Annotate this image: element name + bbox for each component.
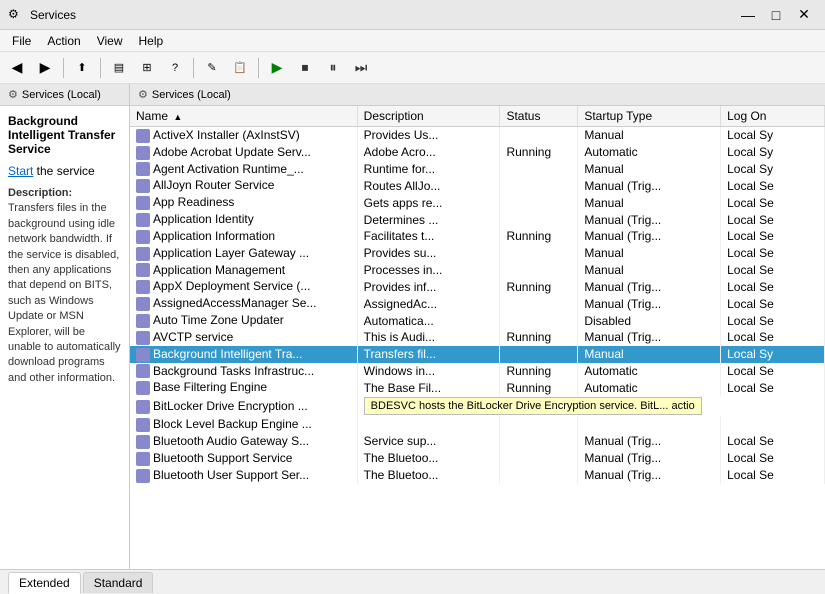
table-row[interactable]: ActiveX Installer (AxInstSV)Provides Us.… <box>130 127 825 144</box>
right-panel: ⚙ Services (Local) Name ▲ Description St… <box>130 84 825 569</box>
table-row[interactable]: Agent Activation Runtime_...Runtime for.… <box>130 161 825 178</box>
menu-file[interactable]: File <box>4 32 39 50</box>
table-row[interactable]: Application Layer Gateway ...Provides su… <box>130 245 825 262</box>
services-table: Name ▲ Description Status Startup Type L… <box>130 106 825 484</box>
right-panel-header-icon: ⚙ <box>138 88 148 101</box>
main-layout: ⚙ Services (Local) Background Intelligen… <box>0 84 825 569</box>
menu-action[interactable]: Action <box>39 32 88 50</box>
col-header-desc[interactable]: Description <box>357 106 500 127</box>
menu-help[interactable]: Help <box>131 32 172 50</box>
window-title: Services <box>30 8 735 22</box>
app-icon: ⚙ <box>8 7 24 23</box>
toolbar-restart[interactable]: ⏭ <box>348 55 374 81</box>
toolbar-sep2 <box>100 58 101 78</box>
table-row[interactable]: Bluetooth User Support Ser...The Bluetoo… <box>130 467 825 484</box>
link-suffix: the service <box>33 164 94 178</box>
table-row[interactable]: Background Tasks Infrastruc...Windows in… <box>130 363 825 380</box>
sort-arrow-name: ▲ <box>173 112 182 122</box>
right-panel-header: ⚙ Services (Local) <box>130 84 825 106</box>
col-header-name[interactable]: Name ▲ <box>130 106 357 127</box>
toolbar-back[interactable]: ◀ <box>4 55 30 81</box>
title-bar: ⚙ Services — □ ✕ <box>0 0 825 30</box>
table-row[interactable]: Background Intelligent Tra...Transfers f… <box>130 346 825 363</box>
toolbar-properties[interactable]: 📋 <box>227 55 253 81</box>
window-controls: — □ ✕ <box>735 2 817 28</box>
toolbar-script[interactable]: ✎ <box>199 55 225 81</box>
table-row[interactable]: Auto Time Zone UpdaterAutomatica...Disab… <box>130 312 825 329</box>
table-row[interactable]: Base Filtering EngineThe Base Fil...Runn… <box>130 379 825 396</box>
desc-label: Description: <box>8 187 72 199</box>
left-panel-header-text: Services (Local) <box>22 89 101 101</box>
table-row[interactable]: Block Level Backup Engine ... <box>130 416 825 433</box>
tab-extended[interactable]: Extended <box>8 572 81 594</box>
toolbar-help[interactable]: ? <box>162 55 188 81</box>
toolbar-pause[interactable]: ⏸ <box>320 55 346 81</box>
toolbar: ◀ ▶ ⬆ ▤ ⊞ ? ✎ 📋 ▶ ⏹ ⏸ ⏭ <box>0 52 825 84</box>
col-header-status[interactable]: Status <box>500 106 578 127</box>
table-row[interactable]: Application InformationFacilitates t...R… <box>130 228 825 245</box>
menu-view[interactable]: View <box>89 32 131 50</box>
table-header-row: Name ▲ Description Status Startup Type L… <box>130 106 825 127</box>
table-row[interactable]: Bluetooth Audio Gateway S...Service sup.… <box>130 433 825 450</box>
minimize-button[interactable]: — <box>735 2 761 28</box>
bottom-tabs: Extended Standard <box>0 569 825 593</box>
table-row[interactable]: Bluetooth Support ServiceThe Bluetoo...M… <box>130 450 825 467</box>
selected-service-title: Background Intelligent Transfer Service <box>8 114 121 156</box>
tab-standard[interactable]: Standard <box>83 572 154 593</box>
table-row[interactable]: BitLocker Drive Encryption ...BDESVC hos… <box>130 396 825 416</box>
toolbar-export[interactable]: ⊞ <box>134 55 160 81</box>
service-action-line: Start the service <box>8 164 121 178</box>
start-service-link[interactable]: Start <box>8 164 33 178</box>
table-row[interactable]: AVCTP serviceThis is Audi...RunningManua… <box>130 329 825 346</box>
table-body: ActiveX Installer (AxInstSV)Provides Us.… <box>130 127 825 484</box>
left-panel-header-icon: ⚙ <box>8 88 18 101</box>
table-row[interactable]: Adobe Acrobat Update Serv...Adobe Acro..… <box>130 144 825 161</box>
col-header-logon[interactable]: Log On <box>721 106 825 127</box>
right-panel-header-text: Services (Local) <box>152 89 231 101</box>
toolbar-stop[interactable]: ⏹ <box>292 55 318 81</box>
table-row[interactable]: Application ManagementProcesses in...Man… <box>130 262 825 279</box>
left-panel-header: ⚙ Services (Local) <box>0 84 129 106</box>
table-row[interactable]: AllJoyn Router ServiceRoutes AllJo...Man… <box>130 177 825 194</box>
table-row[interactable]: App ReadinessGets apps re...ManualLocal … <box>130 194 825 211</box>
table-row[interactable]: AssignedAccessManager Se...AssignedAc...… <box>130 295 825 312</box>
table-row[interactable]: Application IdentityDetermines ...Manual… <box>130 211 825 228</box>
desc-text: Transfers files in the background using … <box>8 202 121 383</box>
toolbar-up[interactable]: ⬆ <box>69 55 95 81</box>
close-button[interactable]: ✕ <box>791 2 817 28</box>
toolbar-sep1 <box>63 58 64 78</box>
maximize-button[interactable]: □ <box>763 2 789 28</box>
toolbar-show-hide[interactable]: ▤ <box>106 55 132 81</box>
col-header-startup[interactable]: Startup Type <box>578 106 721 127</box>
toolbar-sep3 <box>193 58 194 78</box>
table-row[interactable]: AppX Deployment Service (...Provides inf… <box>130 278 825 295</box>
toolbar-sep4 <box>258 58 259 78</box>
menu-bar: File Action View Help <box>0 30 825 52</box>
services-table-container[interactable]: Name ▲ Description Status Startup Type L… <box>130 106 825 569</box>
left-panel: ⚙ Services (Local) Background Intelligen… <box>0 84 130 569</box>
toolbar-play[interactable]: ▶ <box>264 55 290 81</box>
toolbar-forward[interactable]: ▶ <box>32 55 58 81</box>
left-panel-content: Background Intelligent Transfer Service … <box>0 106 129 569</box>
service-description: Description: Transfers files in the back… <box>8 186 121 386</box>
